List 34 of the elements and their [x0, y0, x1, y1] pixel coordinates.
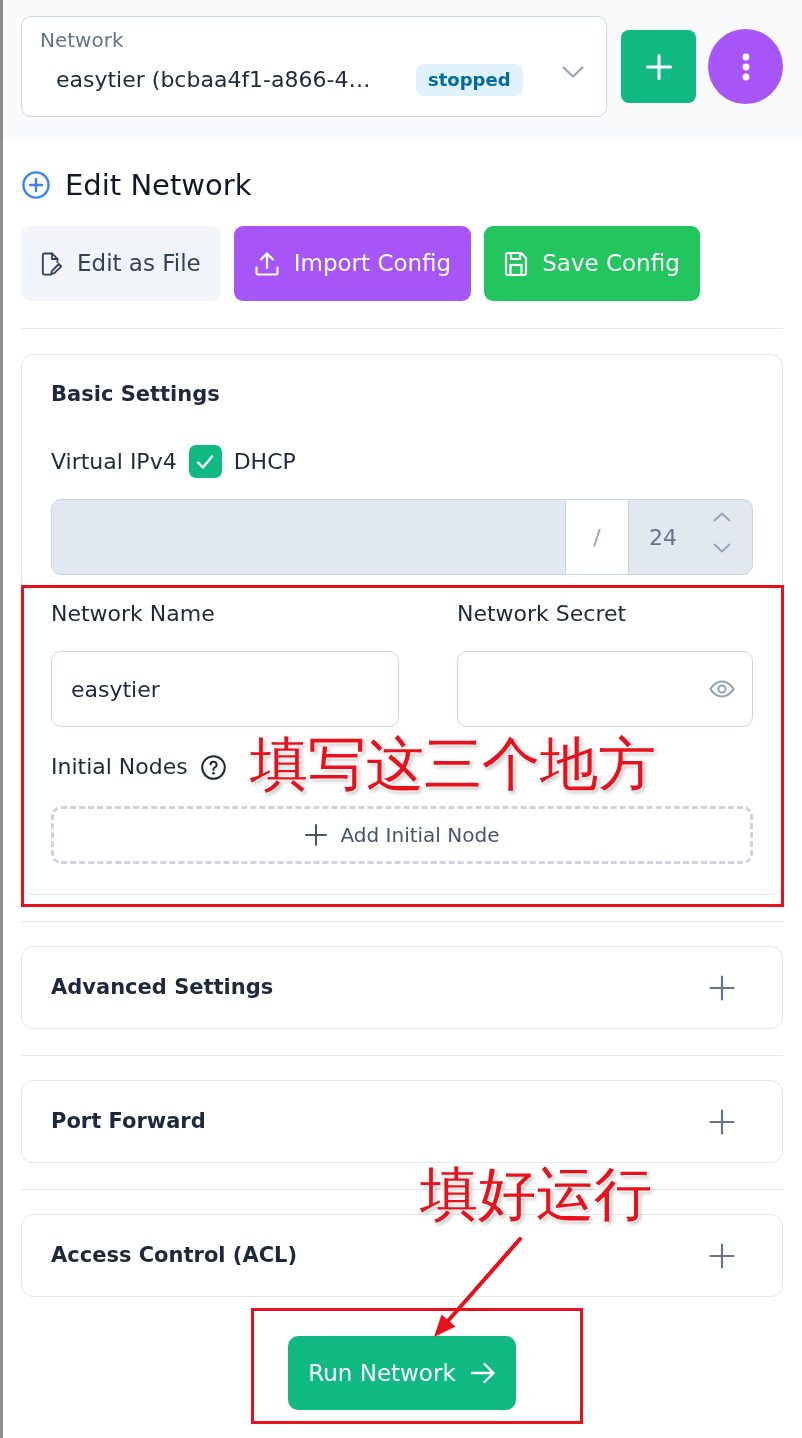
network-secret-field[interactable]	[457, 651, 753, 727]
dhcp-checkbox[interactable]	[188, 445, 222, 478]
vertical-dots-icon	[741, 52, 750, 81]
edit-file-icon	[41, 250, 63, 277]
circle-plus-icon	[22, 171, 50, 199]
page-heading: Edit Network	[65, 167, 252, 204]
network-name-field[interactable]: easytier	[51, 651, 399, 727]
checkbox-label: DHCP	[233, 447, 296, 476]
plus-icon	[304, 824, 327, 846]
arrow-right-icon	[469, 1362, 496, 1384]
selected-network-text: easytier (bcbaa4f1-a866-4…	[56, 66, 372, 94]
eye-icon[interactable]	[709, 680, 735, 698]
annotation-text: 填写这三个地方	[250, 729, 656, 799]
import-config-button[interactable]: Import Config	[233, 226, 472, 301]
field-label: Virtual IPv4	[51, 447, 177, 476]
accordion-header[interactable]: Advanced Settings	[21, 946, 783, 1029]
add-network-button[interactable]	[621, 30, 696, 103]
edit-as-file-button[interactable]: Edit as File	[21, 226, 221, 301]
add-initial-node-button[interactable]: Add Initial Node	[51, 806, 753, 864]
help-icon[interactable]	[200, 754, 226, 780]
chevron-up-icon[interactable]	[713, 512, 731, 522]
chevron-down-icon[interactable]	[713, 543, 731, 553]
card-title: Basic Settings	[51, 381, 220, 408]
accordion-header[interactable]: Port Forward	[21, 1080, 783, 1163]
chevron-down-icon	[562, 66, 584, 78]
field-label: Network Secret	[457, 600, 628, 628]
network-select[interactable]: Network easytier (bcbaa4f1-a866-4… stopped	[21, 16, 607, 117]
field-label: Initial Nodes	[51, 753, 188, 781]
upload-icon	[253, 250, 280, 277]
separator-addon: /	[566, 499, 628, 575]
field-label: Network Name	[51, 600, 216, 628]
field-label: Network	[40, 28, 124, 52]
status-badge: stopped	[416, 64, 523, 96]
plus-icon	[645, 53, 672, 80]
